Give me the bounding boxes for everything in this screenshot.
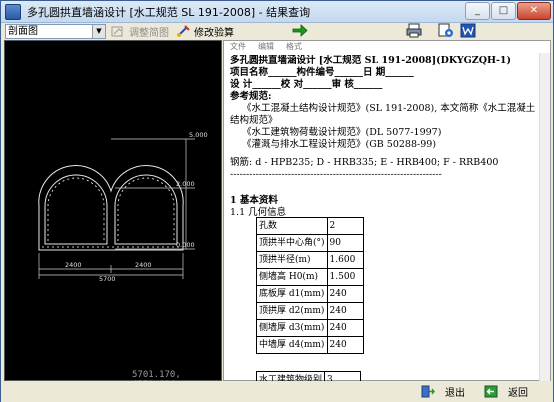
rebar-legend: 钢筋: d - HPB235; D - HRB335; E - HRB400; … (230, 157, 499, 168)
report-scrollbar[interactable] (539, 53, 550, 381)
menu-edit[interactable]: 编辑 (258, 41, 274, 53)
export-icon[interactable] (438, 23, 454, 38)
param-label: 顶拱厚 d2(mm) (256, 302, 328, 320)
back-label: 返回 (508, 388, 528, 399)
minimize-button[interactable]: _ (465, 2, 490, 20)
table-row: 中墙厚 d4(mm) 240 (256, 336, 364, 354)
param-value: 1.600 (326, 251, 364, 269)
ref-2: 《水工建筑物荷载设计规范》(DL 5077-1997) (242, 127, 442, 138)
table-row: 底板厚 d1(mm) 240 (256, 285, 364, 303)
chevron-down-icon[interactable]: ▼ (92, 25, 105, 38)
param-label: 中墙厚 d4(mm) (256, 336, 328, 354)
report-menubar: 文件 编辑 格式 (224, 41, 552, 53)
menu-format[interactable]: 格式 (286, 41, 302, 53)
report-pane[interactable]: 文件 编辑 格式 多孔圆拱直墙涵设计 [水工规范 SL 191-2008](DK… (223, 40, 551, 381)
elevation-top-label: 5.000 (189, 131, 208, 139)
elevation-mid-label: 2.000 (176, 180, 195, 188)
back-button[interactable]: 返回 (484, 384, 528, 399)
modify-check-icon (177, 25, 190, 37)
culvert-section-drawing: 5.000 2.000 0.000 2400 2400 5700 (38, 131, 208, 283)
back-arrow-icon (484, 385, 498, 398)
param-value: 240 (326, 319, 364, 337)
table-row: 侧墙厚 d3(mm) 240 (256, 319, 364, 337)
report-sign-line: 设 计______校 对______审 核______ (230, 79, 383, 90)
menu-file[interactable]: 文件 (230, 41, 246, 53)
param-value: 1.500 (326, 268, 364, 286)
param-label: 顶拱半径(m) (256, 251, 328, 269)
param-value: 2 (326, 217, 364, 235)
print-icon[interactable] (406, 23, 422, 38)
modify-check-label: 修改验算 (194, 28, 234, 39)
left-cell-outline (44, 174, 108, 245)
bottom-bar: 退出 返回 (1, 381, 553, 402)
maximize-button[interactable]: □ (491, 2, 516, 20)
exit-door-icon (421, 385, 435, 398)
table-row: 顶拱半中心角(°) 90 (256, 234, 364, 252)
table-row: 水工建筑物级别 3 (255, 371, 362, 381)
view-select-value: 剖面图 (8, 26, 38, 37)
separator-line: ----------------------------------------… (230, 169, 442, 180)
param-value: 240 (326, 302, 364, 320)
outer-outline (38, 165, 184, 251)
word-export-icon[interactable] (460, 23, 476, 38)
exit-button[interactable]: 退出 (421, 384, 465, 399)
ref-3: 《灌溉与排水工程设计规范》(GB 50288-99) (242, 139, 437, 150)
span-right-label: 2400 (135, 261, 152, 269)
elevation-floor-label: 0.000 (176, 241, 195, 249)
drawing-canvas[interactable]: 5.000 2.000 0.000 2400 2400 5700 5701.17… (4, 40, 222, 390)
geometry-table: 孔数 2 顶拱半中心角(°) 90 顶拱半径(m) 1.600 侧墙高 H0(m) 1.… (256, 217, 364, 354)
section-basic-data: 1 基本资料 (230, 195, 278, 206)
report-document[interactable]: 多孔圆拱直墙涵设计 [水工规范 SL 191-2008](DKYGZQH-1) … (230, 55, 538, 381)
class-table: 水工建筑物级别 3 (255, 371, 362, 381)
param-value: 90 (326, 234, 364, 252)
modify-check-button[interactable]: 修改验算 (176, 24, 234, 39)
report-title: 多孔圆拱直墙涵设计 [水工规范 SL 191-2008](DKYGZQH-1) (230, 55, 512, 66)
param-label: 水工建筑物级别 (255, 371, 326, 381)
exit-label: 退出 (445, 388, 465, 399)
view-select[interactable]: 剖面图 ▼ (5, 24, 106, 39)
param-value: 240 (326, 336, 364, 354)
table-row: 孔数 2 (256, 217, 364, 235)
app-icon (5, 3, 21, 20)
total-width-label: 5700 (99, 275, 116, 283)
report-project-line: 项目名称______构件编号______日 期______ (230, 67, 414, 78)
param-label: 底板厚 d1(mm) (256, 285, 328, 303)
param-label: 侧墙高 H0(m) (256, 268, 328, 286)
adjust-diagram-button[interactable]: 调整简图 (111, 24, 169, 39)
title-bar: 多孔圆拱直墙涵设计 [水工规范 SL 191-2008] - 结果查询 _ □ … (1, 1, 553, 23)
table-row: 侧墙高 H0(m) 1.500 (256, 268, 364, 286)
app-window: 多孔圆拱直墙涵设计 [水工规范 SL 191-2008] - 结果查询 _ □ … (0, 0, 554, 402)
adjust-diagram-icon (111, 26, 123, 37)
run-arrow-icon[interactable] (292, 23, 308, 38)
adjust-diagram-label: 调整简图 (129, 28, 169, 39)
param-label: 顶拱半中心角(°) (256, 234, 328, 252)
param-label: 侧墙厚 d3(mm) (256, 319, 328, 337)
close-button[interactable]: ✕ (517, 2, 551, 20)
right-cell-outline (114, 174, 178, 245)
refs-title: 参考规范: (230, 91, 272, 102)
table-row: 顶拱厚 d2(mm) 240 (256, 302, 364, 320)
ref-1b: 结构规范》 (230, 115, 278, 126)
window-title: 多孔圆拱直墙涵设计 [水工规范 SL 191-2008] - 结果查询 (27, 5, 311, 19)
ref-1a: 《水工混凝土结构设计规范》(SL 191-2008), 本文简称《水工混凝土 (242, 103, 536, 114)
param-label: 孔数 (256, 217, 328, 235)
param-value: 240 (326, 285, 364, 303)
table-row: 顶拱半径(m) 1.600 (256, 251, 364, 269)
span-left-label: 2400 (65, 261, 82, 269)
param-value: 3 (324, 371, 362, 381)
